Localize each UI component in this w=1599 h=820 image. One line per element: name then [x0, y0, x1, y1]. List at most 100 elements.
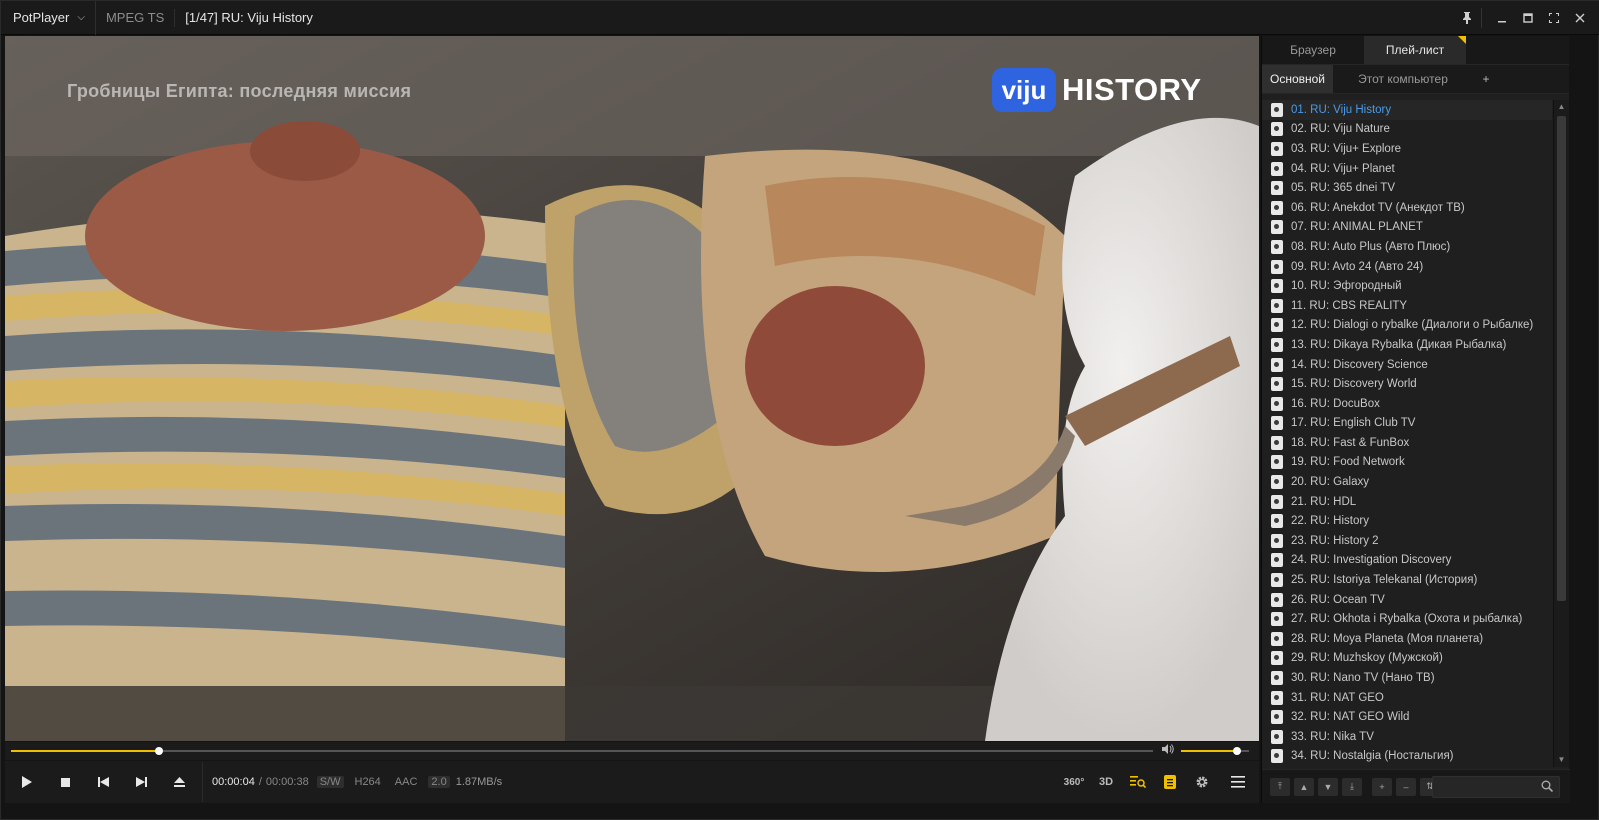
speaker-icon[interactable] — [1162, 744, 1174, 757]
gear-icon[interactable] — [1189, 769, 1215, 795]
playlist-item[interactable]: 11. RU: CBS REALITY — [1262, 296, 1552, 316]
seek-handle[interactable] — [155, 747, 164, 755]
playlist-item[interactable]: 04. RU: Viju+ Planet — [1262, 159, 1552, 179]
previous-button[interactable] — [85, 764, 121, 800]
media-file-icon — [1271, 239, 1283, 254]
playlist-toggle-icon[interactable] — [1157, 769, 1183, 795]
playlist-item[interactable]: 01. RU: Viju History — [1262, 100, 1552, 120]
playlist-item[interactable]: 29. RU: Muzhskoy (Мужской) — [1262, 649, 1552, 669]
playlist-item[interactable]: 30. RU: Nano TV (Нано ТВ) — [1262, 668, 1552, 688]
app-menu-button[interactable]: PotPlayer ⌵ — [1, 0, 96, 35]
playlist-item-label: 07. RU: ANIMAL PLANET — [1291, 221, 1423, 234]
eject-button[interactable] — [161, 764, 197, 800]
playlist-search[interactable] — [1432, 776, 1560, 798]
play-button[interactable] — [9, 764, 45, 800]
playlist-item[interactable]: 23. RU: History 2 — [1262, 531, 1552, 551]
playlist-search-input[interactable] — [1437, 779, 1537, 795]
subtab-this-computer[interactable]: Этот компьютер — [1333, 65, 1473, 93]
playlist-item[interactable]: 16. RU: DocuBox — [1262, 394, 1552, 414]
tab-playlist[interactable]: Плей-лист — [1364, 36, 1466, 64]
right-controls: 360° 3D — [1061, 761, 1251, 803]
move-to-top-icon[interactable]: ⤒ — [1270, 777, 1290, 796]
media-file-icon — [1271, 200, 1283, 215]
playlist-item[interactable]: 24. RU: Investigation Discovery — [1262, 551, 1552, 571]
playlist-item[interactable]: 33. RU: Nika TV — [1262, 727, 1552, 747]
tab-playlist-label: Плей-лист — [1385, 43, 1445, 57]
next-button[interactable] — [123, 764, 159, 800]
media-file-icon — [1271, 690, 1283, 705]
audio-codec-tag[interactable]: AAC — [392, 776, 421, 788]
scroll-up-icon[interactable]: ▲ — [1554, 100, 1569, 114]
video-area[interactable]: Гробницы Египта: последняя миссия viju H… — [5, 36, 1259, 741]
playlist-item[interactable]: 28. RU: Moya Planeta (Моя планета) — [1262, 629, 1552, 649]
panel-tabs: Браузер Плей-лист — [1262, 36, 1569, 64]
tab-browser[interactable]: Браузер — [1262, 36, 1364, 64]
playlist-item[interactable]: 22. RU: History — [1262, 511, 1552, 531]
minimize-icon[interactable] — [1490, 6, 1514, 30]
media-file-icon — [1271, 514, 1283, 529]
move-down-icon[interactable]: ▼ — [1318, 777, 1338, 796]
playlist-item[interactable]: 09. RU: Avto 24 (Авто 24) — [1262, 257, 1552, 277]
playlist-item[interactable]: 21. RU: HDL — [1262, 492, 1552, 512]
playlist-item[interactable]: 27. RU: Okhota i Rybalka (Охота и рыбалк… — [1262, 609, 1552, 629]
playlist-item[interactable]: 15. RU: Discovery World — [1262, 374, 1552, 394]
playlist-item[interactable]: 34. RU: Nostalgia (Ностальгия) — [1262, 747, 1552, 767]
media-file-icon — [1271, 573, 1283, 588]
sw-decoder-tag[interactable]: S/W — [316, 776, 344, 788]
playlist-item[interactable]: 10. RU: Эфгородный — [1262, 276, 1552, 296]
playlist-item[interactable]: 07. RU: ANIMAL PLANET — [1262, 218, 1552, 238]
time-display[interactable]: 00:00:04/00:00:38 — [212, 776, 309, 788]
subtab-main[interactable]: Основной — [1262, 65, 1334, 93]
playlist-item[interactable]: 02. RU: Viju Nature — [1262, 120, 1552, 140]
playlist-item[interactable]: 25. RU: Istoriya Telekanal (История) — [1262, 570, 1552, 590]
playlist-search-icon[interactable] — [1125, 769, 1151, 795]
media-file-icon — [1271, 435, 1283, 450]
add-playlist-button[interactable]: + — [1473, 65, 1499, 93]
title-bar: PotPlayer ⌵ MPEG TS [1/47] RU: Viju Hist… — [1, 0, 1599, 35]
window-controls — [1455, 1, 1592, 35]
menu-icon[interactable] — [1225, 769, 1251, 795]
move-up-icon[interactable]: ▲ — [1294, 777, 1314, 796]
playlist-item[interactable]: 12. RU: Dialogi o rybalke (Диалоги о Рыб… — [1262, 316, 1552, 336]
playlist-item[interactable]: 06. RU: Anekdot TV (Анекдот ТВ) — [1262, 198, 1552, 218]
playlist-item[interactable]: 17. RU: English Club TV — [1262, 414, 1552, 434]
scroll-down-icon[interactable]: ▼ — [1554, 753, 1569, 767]
fullscreen-icon[interactable] — [1542, 6, 1566, 30]
maximize-icon[interactable] — [1516, 6, 1540, 30]
playlist-item[interactable]: 13. RU: Dikaya Rybalka (Дикая Рыбалка) — [1262, 335, 1552, 355]
volume-slider[interactable] — [1181, 747, 1249, 755]
playlist-subtabs: Основной Этот компьютер + — [1262, 64, 1569, 94]
playlist-item[interactable]: 03. RU: Viju+ Explore — [1262, 139, 1552, 159]
playlist-scrollbar[interactable]: ▲ ▼ — [1553, 100, 1569, 767]
playlist-item[interactable]: 20. RU: Galaxy — [1262, 472, 1552, 492]
playlist-item[interactable]: 18. RU: Fast & FunBox — [1262, 433, 1552, 453]
remove-item-icon[interactable]: – — [1396, 777, 1416, 796]
playlist-item[interactable]: 14. RU: Discovery Science — [1262, 355, 1552, 375]
volume-handle[interactable] — [1232, 747, 1241, 755]
media-file-icon — [1271, 220, 1283, 235]
playlist-list[interactable]: 01. RU: Viju History 02. RU: Viju Nature 0… — [1262, 100, 1552, 767]
playlist-item[interactable]: 32. RU: NAT GEO Wild — [1262, 707, 1552, 727]
pin-icon[interactable] — [1455, 6, 1479, 30]
video-codec-tag[interactable]: H264 — [352, 776, 384, 788]
playlist-item-label: 09. RU: Avto 24 (Авто 24) — [1291, 260, 1424, 273]
360-video-button[interactable]: 360° — [1061, 769, 1087, 795]
playlist-item[interactable]: 31. RU: NAT GEO — [1262, 688, 1552, 708]
search-icon[interactable] — [1541, 780, 1554, 795]
app-name: PotPlayer — [13, 10, 70, 25]
playlist-item[interactable]: 08. RU: Auto Plus (Авто Плюс) — [1262, 237, 1552, 257]
3d-button[interactable]: 3D — [1093, 769, 1119, 795]
playlist-item[interactable]: 19. RU: Food Network — [1262, 453, 1552, 473]
playlist-item[interactable]: 05. RU: 365 dnei TV — [1262, 178, 1552, 198]
media-file-icon — [1271, 592, 1283, 607]
divider — [202, 762, 203, 802]
close-icon[interactable] — [1568, 6, 1592, 30]
add-item-icon[interactable]: + — [1372, 777, 1392, 796]
audio-channels-tag[interactable]: 2.0 — [428, 776, 450, 788]
playlist-item[interactable]: 26. RU: Ocean TV — [1262, 590, 1552, 610]
seek-slider[interactable] — [11, 747, 1153, 755]
stop-button[interactable] — [47, 764, 83, 800]
scroll-thumb[interactable] — [1557, 116, 1566, 601]
playlist-item-label: 16. RU: DocuBox — [1291, 397, 1380, 410]
move-to-bottom-icon[interactable]: ⤓ — [1342, 777, 1362, 796]
